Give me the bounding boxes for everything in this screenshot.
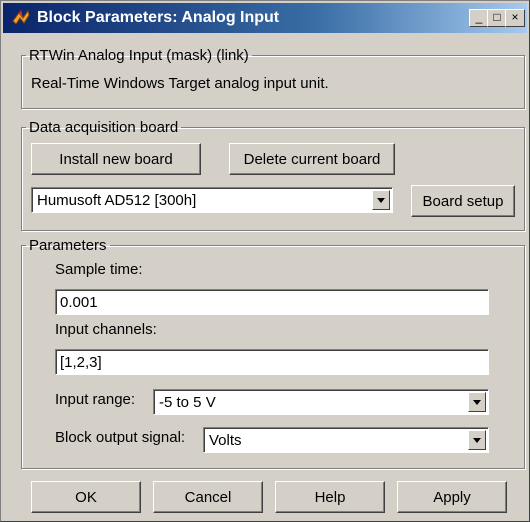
- dropdown-arrow-icon[interactable]: [372, 190, 390, 210]
- install-new-board-button[interactable]: Install new board: [31, 143, 201, 175]
- cancel-button[interactable]: Cancel: [153, 481, 263, 513]
- output-signal-select[interactable]: Volts: [203, 427, 489, 453]
- board-select[interactable]: Humusoft AD512 [300h]: [31, 187, 393, 213]
- help-button[interactable]: Help: [275, 481, 385, 513]
- window-title: Block Parameters: Analog Input: [37, 9, 280, 26]
- board-select-value: Humusoft AD512 [300h]: [37, 192, 197, 209]
- input-range-value: -5 to 5 V: [159, 394, 216, 411]
- ok-button[interactable]: OK: [31, 481, 141, 513]
- input-channels-label: Input channels:: [55, 321, 157, 338]
- sample-time-input[interactable]: [55, 289, 489, 315]
- input-channels-input[interactable]: [55, 349, 489, 375]
- sample-time-label: Sample time:: [55, 261, 143, 278]
- dropdown-arrow-icon[interactable]: [468, 430, 486, 450]
- apply-button[interactable]: Apply: [397, 481, 507, 513]
- delete-current-board-button[interactable]: Delete current board: [229, 143, 395, 175]
- output-signal-label: Block output signal:: [55, 429, 186, 446]
- dialog-window: Block Parameters: Analog Input _ □ × RTW…: [0, 0, 530, 522]
- input-range-select[interactable]: -5 to 5 V: [153, 389, 489, 415]
- minimize-button[interactable]: _: [469, 9, 489, 27]
- dropdown-arrow-icon[interactable]: [468, 392, 486, 412]
- mask-legend: RTWin Analog Input (mask) (link): [29, 47, 249, 64]
- simulink-block-icon: [12, 9, 30, 25]
- mask-description: Real-Time Windows Target analog input un…: [31, 75, 329, 92]
- input-range-label: Input range:: [55, 391, 136, 408]
- title-bar[interactable]: Block Parameters: Analog Input _ □ ×: [3, 3, 527, 33]
- close-button[interactable]: ×: [505, 9, 525, 27]
- board-setup-button[interactable]: Board setup: [411, 185, 515, 217]
- parameters-legend: Parameters: [29, 237, 107, 254]
- output-signal-value: Volts: [209, 432, 242, 449]
- maximize-button[interactable]: □: [487, 9, 507, 27]
- board-legend: Data acquisition board: [29, 119, 179, 136]
